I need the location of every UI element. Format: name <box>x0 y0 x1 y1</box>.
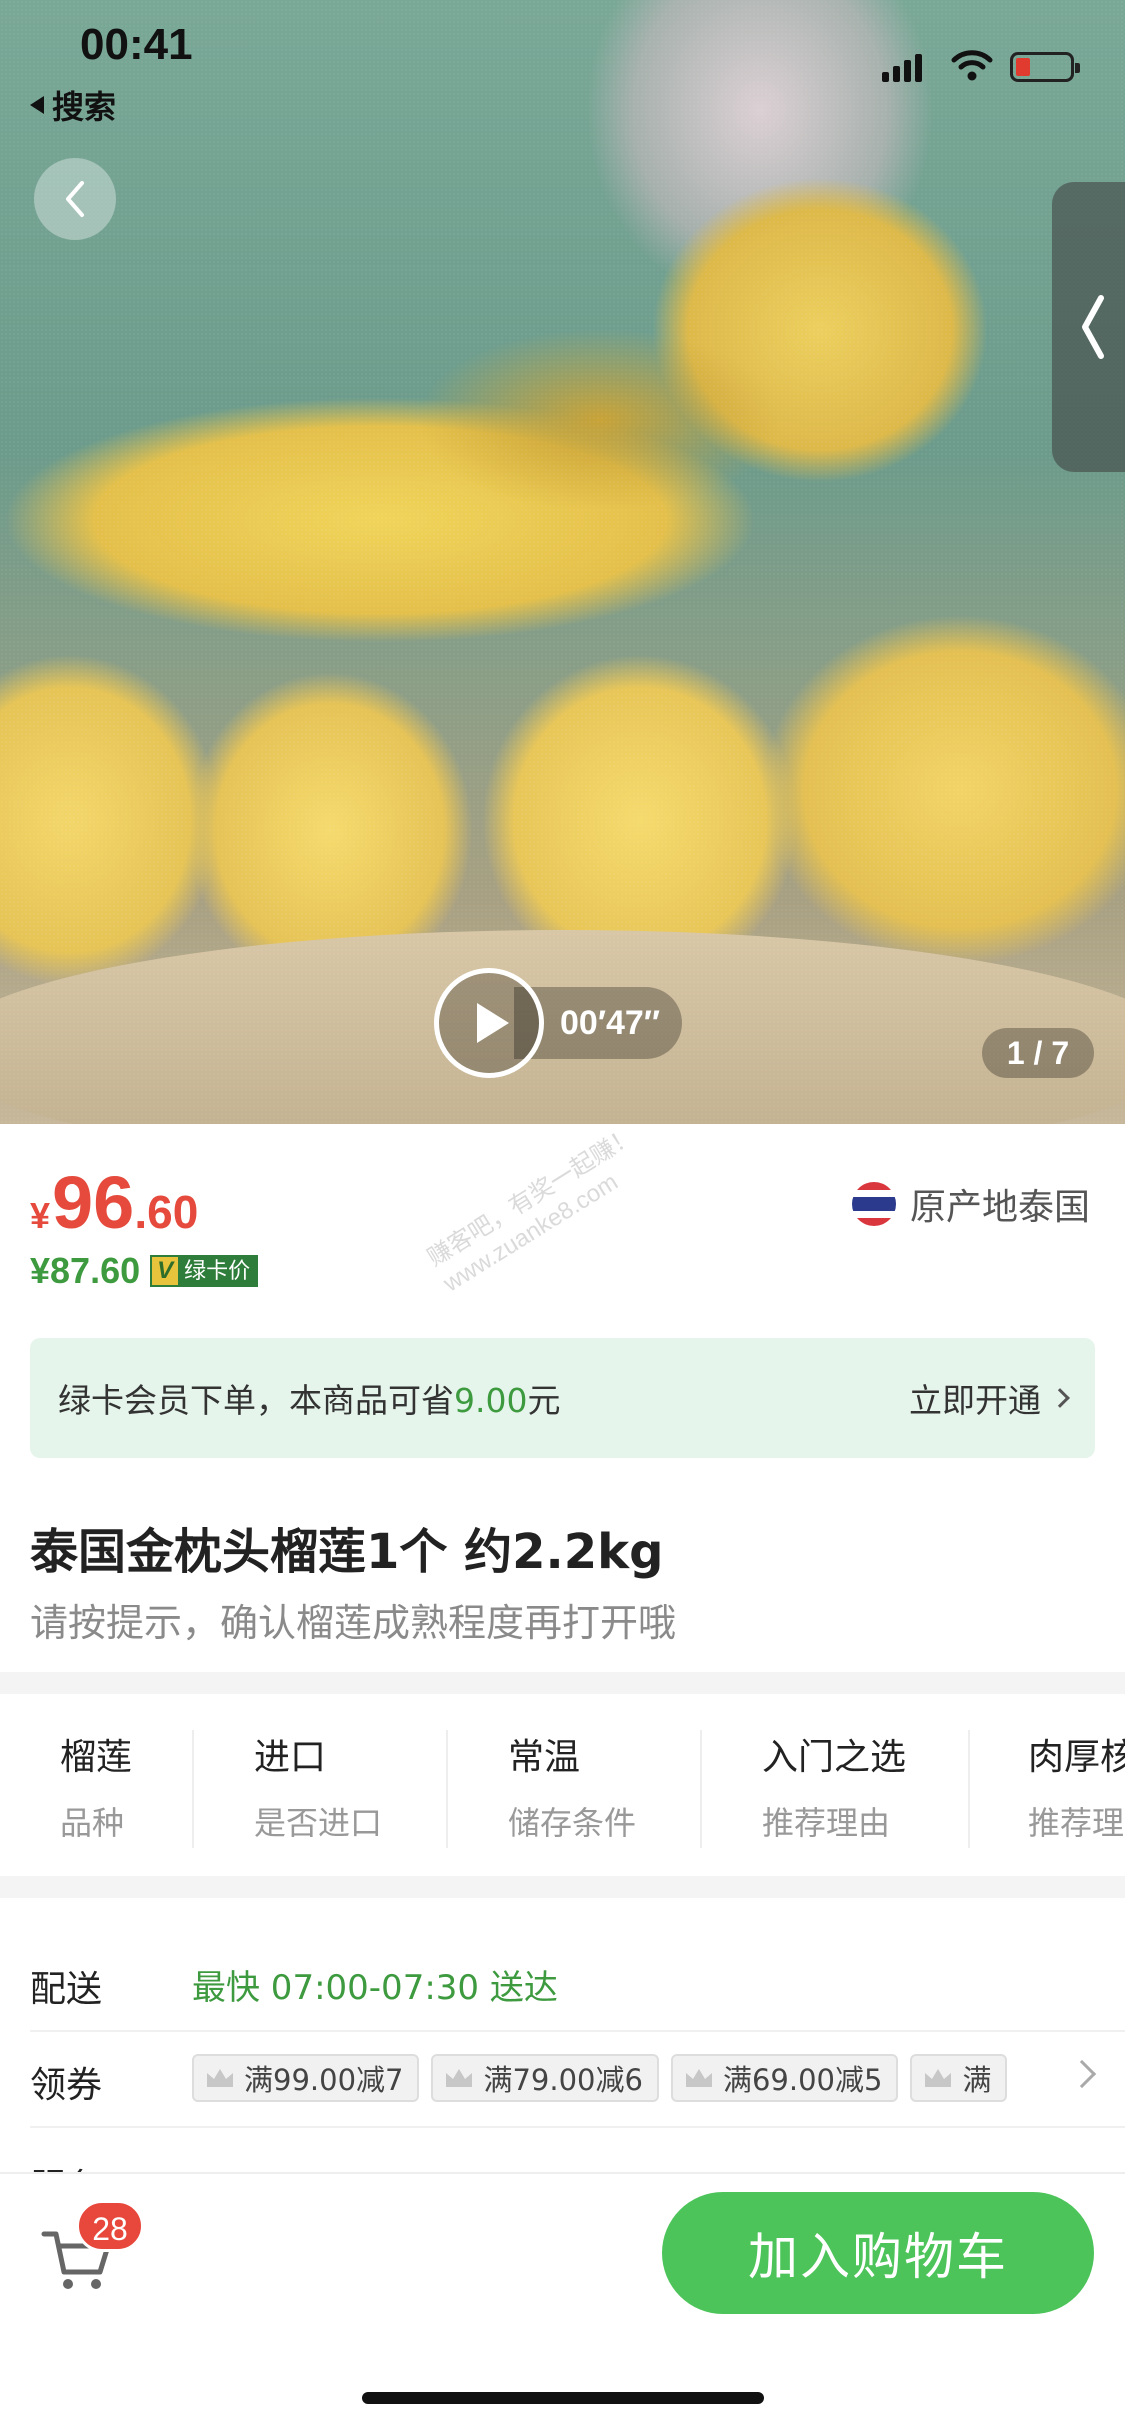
open-membership-label: 立即开通 <box>909 1381 1041 1420</box>
coupon-item[interactable]: 满99.00减7 <box>192 2054 420 2102</box>
crown-icon <box>922 2065 954 2091</box>
member-badge-label: 绿卡价 <box>178 1257 257 1285</box>
crown-icon <box>204 2065 236 2091</box>
coupon-item[interactable]: 满69.00减5 <box>670 2054 899 2102</box>
member-banner-message: 绿卡会员下单，本商品可省9.00元 <box>58 1381 561 1420</box>
delivery-label: 配送 <box>30 1969 103 2010</box>
cart-count-badge: 28 <box>76 2200 144 2252</box>
image-counter: 1 / 7 <box>982 1028 1094 1078</box>
section-divider <box>0 1876 1125 1898</box>
back-app-label: 搜索 <box>52 89 117 125</box>
crown-icon <box>683 2065 715 2091</box>
spec-item: 常温 储存条件 <box>508 1737 637 1842</box>
status-time: 00:41 <box>80 20 193 69</box>
product-image-carousel[interactable] <box>0 0 1125 1124</box>
spec-item: 肉厚核 推荐理 <box>1028 1737 1125 1842</box>
coupon-label: 领券 <box>30 2065 103 2106</box>
price-integer: 96 <box>52 1161 135 1244</box>
spec-list[interactable]: 榴莲 品种 进口 是否进口 常温 储存条件 入门之选 推荐理由 肉厚核 推荐理 <box>0 1700 1125 1860</box>
add-to-cart-button[interactable]: 加入购物车 <box>662 2192 1094 2314</box>
play-icon[interactable] <box>434 968 544 1078</box>
crown-icon <box>443 2065 475 2091</box>
spec-item: 入门之选 推荐理由 <box>762 1737 907 1842</box>
back-to-search-link[interactable]: 搜索 <box>30 82 116 128</box>
home-indicator <box>362 2392 764 2404</box>
member-price-badge: V 绿卡价 <box>150 1255 259 1287</box>
chevron-left-icon <box>66 181 84 217</box>
wifi-icon <box>950 48 994 86</box>
video-play-control[interactable]: 00′47″ <box>434 968 690 1078</box>
price-currency: ¥ <box>30 1195 51 1236</box>
coupon-item[interactable]: 满79.00减6 <box>431 2054 659 2102</box>
member-v-icon: V <box>152 1257 179 1285</box>
back-button[interactable] <box>34 158 116 240</box>
watermark: 赚客吧，有奖一起赚！ www.zuanke8.com <box>422 1121 641 1298</box>
section-divider <box>0 1672 1125 1694</box>
chevron-left-icon <box>1082 295 1104 359</box>
member-save-amount: 9.00 <box>454 1381 528 1420</box>
price-decimal: .60 <box>134 1186 199 1238</box>
chevron-right-icon <box>1050 1388 1070 1408</box>
delivery-value: 最快 07:00-07:30 送达 <box>192 1968 558 2008</box>
cellular-signal-icon <box>882 54 922 82</box>
side-drawer-handle[interactable] <box>1052 182 1125 472</box>
spec-item: 榴莲 品种 <box>60 1737 133 1842</box>
product-title: 泰国金枕头榴莲1个 约2.2kg <box>30 1524 664 1580</box>
back-triangle-icon <box>30 96 44 114</box>
spec-item: 进口 是否进口 <box>254 1737 383 1842</box>
member-price: ¥87.60 V 绿卡价 <box>30 1250 259 1292</box>
open-membership-button[interactable]: 立即开通 <box>909 1374 1070 1422</box>
origin-info: 原产地泰国 <box>852 1178 1090 1230</box>
coupon-item[interactable]: 满 <box>910 2054 1008 2102</box>
price: ¥ 96 .60 <box>30 1160 198 1245</box>
product-subtitle: 请按提示，确认榴莲成熟程度再打开哦 <box>30 1601 677 1645</box>
member-price-value: ¥87.60 <box>30 1250 141 1291</box>
thailand-flag-icon <box>852 1182 896 1226</box>
origin-text: 原产地泰国 <box>910 1187 1091 1228</box>
battery-icon <box>1010 52 1080 82</box>
coupon-list[interactable]: 满99.00减7 满79.00减6 满69.00减5 满 <box>192 2054 1072 2106</box>
member-card-banner[interactable]: 绿卡会员下单，本商品可省9.00元 立即开通 <box>30 1338 1095 1458</box>
chevron-right-icon[interactable] <box>1067 2059 1097 2089</box>
